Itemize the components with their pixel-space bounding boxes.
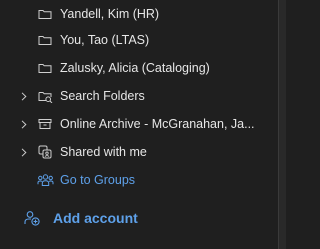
folder-icon [36,59,54,77]
archive-icon [36,115,54,133]
folder-item-search-folders[interactable]: Search Folders [0,82,278,110]
go-to-groups-link[interactable]: Go to Groups [0,166,278,194]
folder-label: Shared with me [60,145,147,159]
folder-item-you-tao[interactable]: You, Tao (LTAS) [0,26,278,54]
folder-label: Online Archive - McGranahan, Ja... [60,117,255,131]
add-person-icon [23,209,41,227]
groups-icon [36,171,54,189]
folder-icon [36,31,54,49]
folder-item-yandell-kim[interactable]: Yandell, Kim (HR) [0,0,278,28]
folder-label: Search Folders [60,89,145,103]
shared-icon [36,143,54,161]
folder-icon [36,5,54,23]
chevron-right-icon[interactable] [19,119,29,129]
reading-pane-edge [279,0,286,249]
chevron-right-icon[interactable] [19,147,29,157]
add-account-button[interactable]: Add account [0,203,278,233]
search-folder-icon [36,87,54,105]
chevron-right-icon[interactable] [19,91,29,101]
folder-label: Yandell, Kim (HR) [60,7,160,21]
folder-label: You, Tao (LTAS) [60,33,150,47]
folder-item-online-archive[interactable]: Online Archive - McGranahan, Ja... [0,110,278,138]
folder-item-shared-with-me[interactable]: Shared with me [0,138,278,166]
folder-label: Zalusky, Alicia (Cataloging) [60,61,210,75]
add-account-label: Add account [53,210,138,226]
folder-item-zalusky-alicia[interactable]: Zalusky, Alicia (Cataloging) [0,54,278,82]
go-to-groups-label: Go to Groups [60,173,136,187]
